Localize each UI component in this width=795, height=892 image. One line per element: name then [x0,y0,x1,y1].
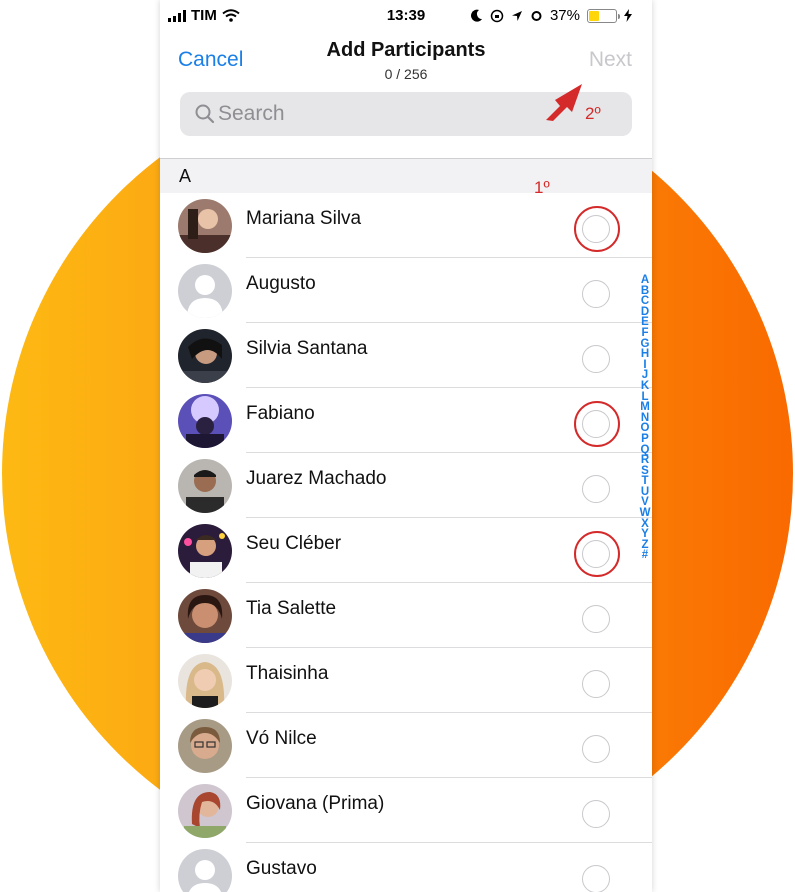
contact-name: Mariana Silva [246,208,362,229]
battery-percent: 37% [549,7,580,24]
index-letter[interactable]: F [638,327,652,339]
avatar [178,329,232,383]
avatar [178,199,232,253]
index-letter[interactable]: P [638,433,652,445]
alphabet-index[interactable]: A B C D E F G H I J K L M N O P Q R S T … [638,274,652,561]
select-checkbox[interactable] [582,280,610,308]
select-checkbox[interactable] [582,215,610,243]
contact-row[interactable]: Thaisinha [160,648,652,713]
avatar [178,459,232,513]
avatar [178,654,232,708]
contact-row[interactable]: Augusto [160,258,652,323]
index-letter[interactable]: K [638,380,652,392]
avatar [178,524,232,578]
contact-name: Seu Cléber [246,533,342,554]
contact-name: Augusto [246,273,316,294]
location-icon [511,10,522,21]
select-checkbox[interactable] [582,670,610,698]
avatar-placeholder [178,849,232,892]
contact-row[interactable]: Juarez Machado [160,453,652,518]
annotation-step-1: 1º [534,178,550,197]
select-checkbox[interactable] [582,410,610,438]
contact-name: Giovana (Prima) [246,793,385,814]
select-checkbox[interactable] [582,540,610,568]
index-letter[interactable]: A [638,274,652,286]
select-checkbox[interactable] [582,345,610,373]
battery-icon [587,8,620,23]
section-header: A [160,159,652,193]
moon-icon [470,9,482,22]
rotation-lock-icon [490,9,504,22]
select-checkbox[interactable] [582,800,610,828]
select-checkbox[interactable] [582,605,610,633]
status-indicators: 37% [470,7,632,24]
select-checkbox[interactable] [582,865,610,892]
select-checkbox[interactable] [582,735,610,763]
phone-screen: TIM 13:39 37% Cancel Add Participants 0 … [160,0,652,892]
avatar [178,394,232,448]
section-letter: A [179,166,192,186]
select-checkbox[interactable] [582,475,610,503]
avatar [178,784,232,838]
contact-name: Silvia Santana [246,338,368,359]
avatar-placeholder [178,264,232,318]
search-icon [195,104,215,124]
index-letter[interactable]: # [638,550,652,561]
annotation-arrow-icon [546,84,582,121]
contact-name: Thaisinha [246,663,329,684]
charging-icon [624,9,632,22]
contact-row[interactable]: Giovana (Prima) [160,778,652,843]
avatar [178,589,232,643]
contact-name: Juarez Machado [246,468,387,489]
contact-row[interactable]: Seu Cléber [160,518,652,583]
contact-row[interactable]: Tia Salette [160,583,652,648]
contact-row[interactable]: Gustavo [160,843,652,892]
avatar [178,719,232,773]
status-bar: TIM 13:39 37% [160,0,652,34]
contact-name: Fabiano [246,403,315,424]
contact-name: Vó Nilce [246,728,317,749]
alarm-icon [531,11,542,21]
contact-row[interactable]: Fabiano [160,388,652,453]
contact-name: Gustavo [246,858,317,879]
contact-row[interactable]: Vó Nilce [160,713,652,778]
contact-row[interactable]: Mariana Silva [160,193,652,258]
contact-name: Tia Salette [246,598,337,619]
contact-row[interactable]: Silvia Santana [160,323,652,388]
